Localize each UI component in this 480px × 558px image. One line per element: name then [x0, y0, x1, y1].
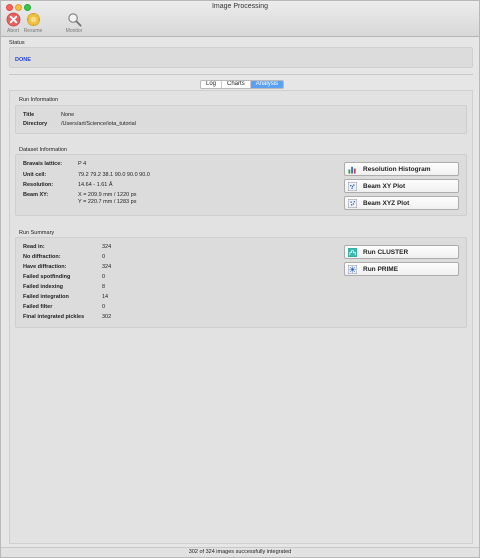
unit-cell-label: Unit cell: — [23, 172, 47, 178]
summary-label: Read in: — [23, 244, 45, 250]
summary-label: Failed indexing — [23, 284, 64, 290]
summary-label: No diffraction: — [23, 254, 61, 260]
status-panel — [9, 47, 473, 68]
summary-value: 14 — [102, 294, 109, 300]
tab-log[interactable]: Log — [201, 81, 223, 88]
beam-xy-label: Beam XY: — [23, 192, 49, 198]
summary-label: Failed spotfinding — [23, 274, 71, 280]
run-info-panel — [15, 105, 467, 134]
run-info-group-label: Run Information — [19, 97, 59, 103]
image-processing-window: Image Processing Abort Resume Monitor St… — [0, 0, 480, 558]
run-directory-label: Directory — [23, 121, 48, 127]
resolution-label: Resolution: — [23, 182, 54, 188]
run-cluster-button[interactable]: Run CLUSTER — [344, 245, 459, 259]
run-prime-label: Run PRIME — [363, 266, 399, 273]
scatter-3d-icon — [348, 199, 357, 208]
divider — [9, 74, 473, 75]
run-title-value: None — [61, 112, 75, 118]
run-title-label: Title — [23, 112, 35, 118]
title-bar: Image Processing Abort Resume Monitor — [1, 1, 479, 37]
window-title: Image Processing — [211, 3, 269, 10]
histogram-icon — [348, 166, 356, 174]
tab-charts[interactable]: Charts — [222, 81, 251, 88]
resume-label: Resume — [23, 28, 43, 34]
status-group-label: Status — [9, 40, 25, 46]
run-cluster-label: Run CLUSTER — [363, 249, 409, 256]
tab-analysis[interactable]: Analysis — [250, 81, 284, 88]
run-summary-group-label: Run Summary — [19, 230, 55, 236]
summary-label: Final integrated pickles — [23, 314, 85, 320]
scatter-plot-icon — [348, 182, 357, 191]
beam-xyz-plot-label: Beam XYZ Plot — [363, 200, 410, 207]
beam-xy-plot-label: Beam XY Plot — [363, 183, 406, 190]
summary-label: Failed filter — [23, 304, 53, 310]
summary-label: Have diffraction: — [23, 264, 67, 270]
beam-x-value: X = 209.9 mm / 1220 px — [78, 192, 137, 198]
summary-value: 302 — [102, 314, 112, 320]
beam-xy-plot-button[interactable]: Beam XY Plot — [344, 179, 459, 193]
resume-button[interactable]: Resume — [21, 12, 45, 34]
view-tabs: Log Charts Analysis — [200, 80, 285, 89]
monitor-button[interactable]: Monitor — [62, 12, 86, 34]
status-bar: 302 of 324 images successfully integrate… — [1, 547, 479, 557]
beam-y-value: Y = 220.7 mm / 1283 px — [78, 199, 137, 205]
summary-value: 8 — [102, 284, 106, 290]
dataset-info-group-label: Dataset Information — [19, 147, 67, 153]
resolution-value: 14.64 - 1.61 Å — [78, 182, 113, 188]
resolution-histogram-label: Resolution Histogram — [363, 166, 431, 173]
summary-label: Failed integration — [23, 294, 69, 300]
abort-label: Abort — [7, 28, 19, 34]
beam-xyz-plot-button[interactable]: Beam XYZ Plot — [344, 196, 459, 210]
unit-cell-value: 79.2 79.2 38.1 90.0 90.0 90.0 — [78, 172, 150, 178]
cluster-icon — [348, 248, 357, 257]
status-value: DONE — [15, 57, 31, 63]
summary-value: 324 — [102, 264, 112, 270]
summary-value: 0 — [102, 304, 106, 310]
magnifier-icon — [67, 13, 82, 27]
resume-icon — [26, 12, 40, 27]
bravais-value: P 4 — [78, 161, 87, 167]
run-prime-button[interactable]: Run PRIME — [344, 262, 459, 276]
prime-icon — [348, 265, 357, 274]
summary-value: 324 — [102, 244, 112, 250]
summary-value: 0 — [102, 274, 106, 280]
bravais-label: Bravais lattice: — [23, 161, 63, 167]
abort-icon — [6, 12, 20, 27]
summary-value: 0 — [102, 254, 106, 260]
monitor-label: Monitor — [65, 28, 83, 34]
resolution-histogram-button[interactable]: Resolution Histogram — [344, 162, 459, 176]
run-directory-value: /Users/art/Science/iota_tutorial — [61, 121, 136, 127]
